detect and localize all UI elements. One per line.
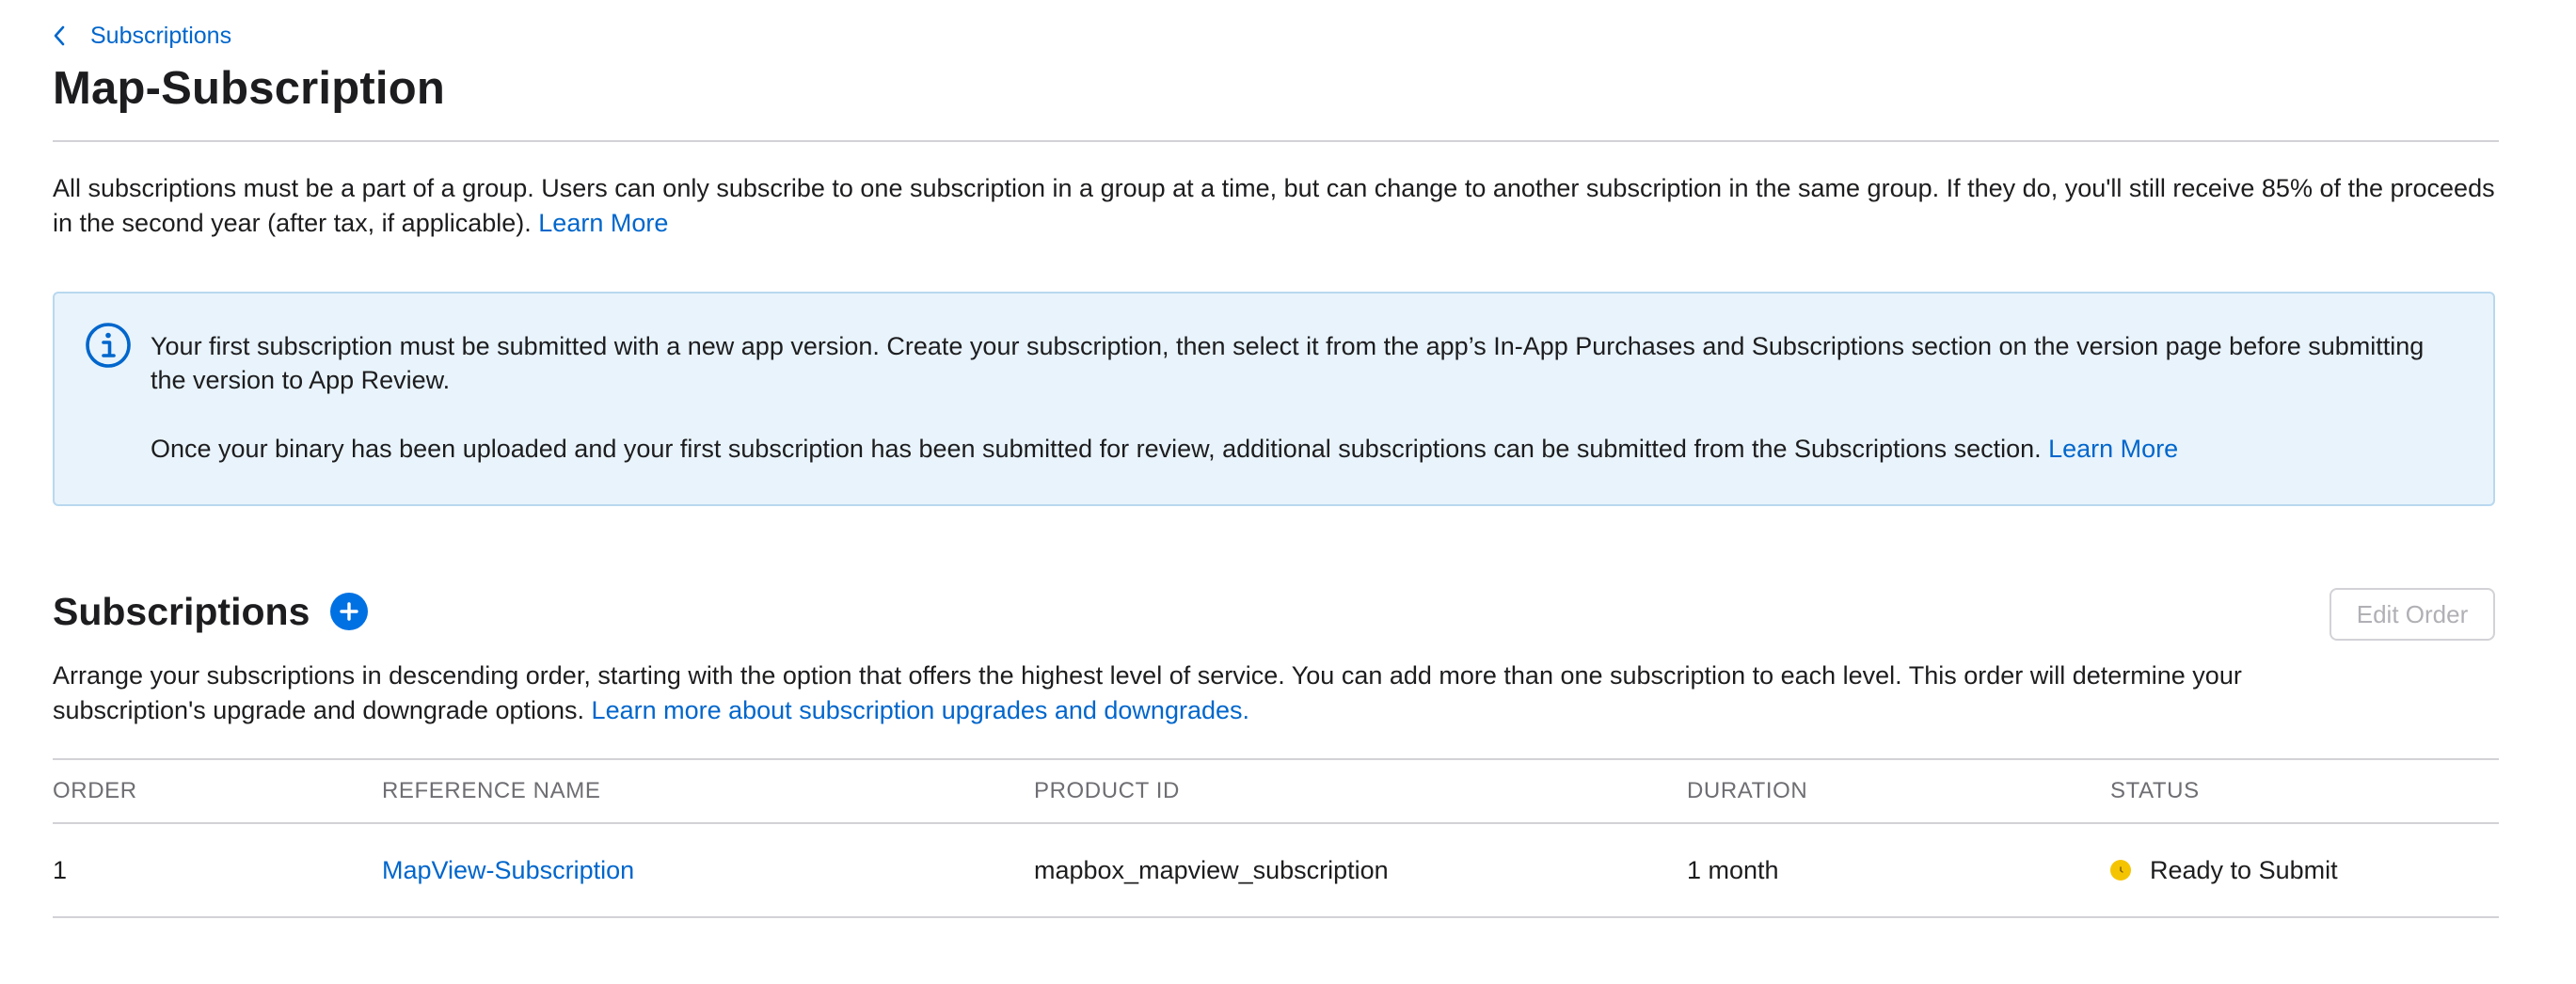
subscriptions-table: ORDER REFERENCE NAME PRODUCT ID DURATION… xyxy=(53,758,2499,918)
column-header-product-id[interactable]: PRODUCT ID xyxy=(1034,760,1180,822)
column-header-reference-name[interactable]: REFERENCE NAME xyxy=(382,760,600,822)
info-paragraph-1: Your first subscription must be submitte… xyxy=(151,332,2425,394)
reference-name-link[interactable]: MapView-Subscription xyxy=(382,824,634,916)
column-header-order[interactable]: ORDER xyxy=(53,760,137,822)
breadcrumb-back-link[interactable]: Subscriptions xyxy=(53,21,231,51)
info-paragraph-2: Once your binary has been uploaded and y… xyxy=(151,432,2456,466)
page: Subscriptions Map-Subscription All subsc… xyxy=(0,0,2576,984)
add-subscription-button[interactable] xyxy=(330,593,369,630)
info-icon xyxy=(85,322,132,369)
status-cell: Ready to Submit xyxy=(2110,824,2338,916)
edit-order-button[interactable]: Edit Order xyxy=(2330,588,2495,641)
duration-cell: 1 month xyxy=(1687,855,1779,884)
chevron-left-icon xyxy=(53,24,70,48)
info-notice-text: Your first subscription must be submitte… xyxy=(151,329,2456,466)
subscriptions-section-title: Subscriptions xyxy=(53,583,369,640)
info-learn-more-link[interactable]: Learn More xyxy=(2048,435,2178,463)
page-title: Map-Subscription xyxy=(53,63,445,114)
intro-paragraph: All subscriptions must be a part of a gr… xyxy=(53,171,2499,241)
order-cell: 1 xyxy=(53,855,68,884)
status-text: Ready to Submit xyxy=(2150,855,2338,884)
column-header-status[interactable]: STATUS xyxy=(2110,760,2200,822)
subscriptions-title-text: Subscriptions xyxy=(53,590,310,633)
product-id-cell: mapbox_mapview_subscription xyxy=(1034,855,1389,884)
breadcrumb-label: Subscriptions xyxy=(90,22,232,49)
title-divider xyxy=(53,140,2499,142)
info-paragraph-2-text: Once your binary has been uploaded and y… xyxy=(151,435,2049,463)
intro-text: All subscriptions must be a part of a gr… xyxy=(53,174,2495,237)
column-header-duration[interactable]: DURATION xyxy=(1687,760,1807,822)
table-row[interactable]: 1 MapView-Subscription mapbox_mapview_su… xyxy=(53,822,2499,918)
plus-icon xyxy=(340,602,359,621)
intro-learn-more-link[interactable]: Learn More xyxy=(538,209,668,237)
subscriptions-description: Arrange your subscriptions in descending… xyxy=(53,659,2330,728)
table-header-row: ORDER REFERENCE NAME PRODUCT ID DURATION… xyxy=(53,758,2499,822)
upgrades-downgrades-link[interactable]: Learn more about subscription upgrades a… xyxy=(592,696,1249,724)
info-notice: Your first subscription must be submitte… xyxy=(53,292,2495,506)
status-ready-icon xyxy=(2110,860,2131,881)
